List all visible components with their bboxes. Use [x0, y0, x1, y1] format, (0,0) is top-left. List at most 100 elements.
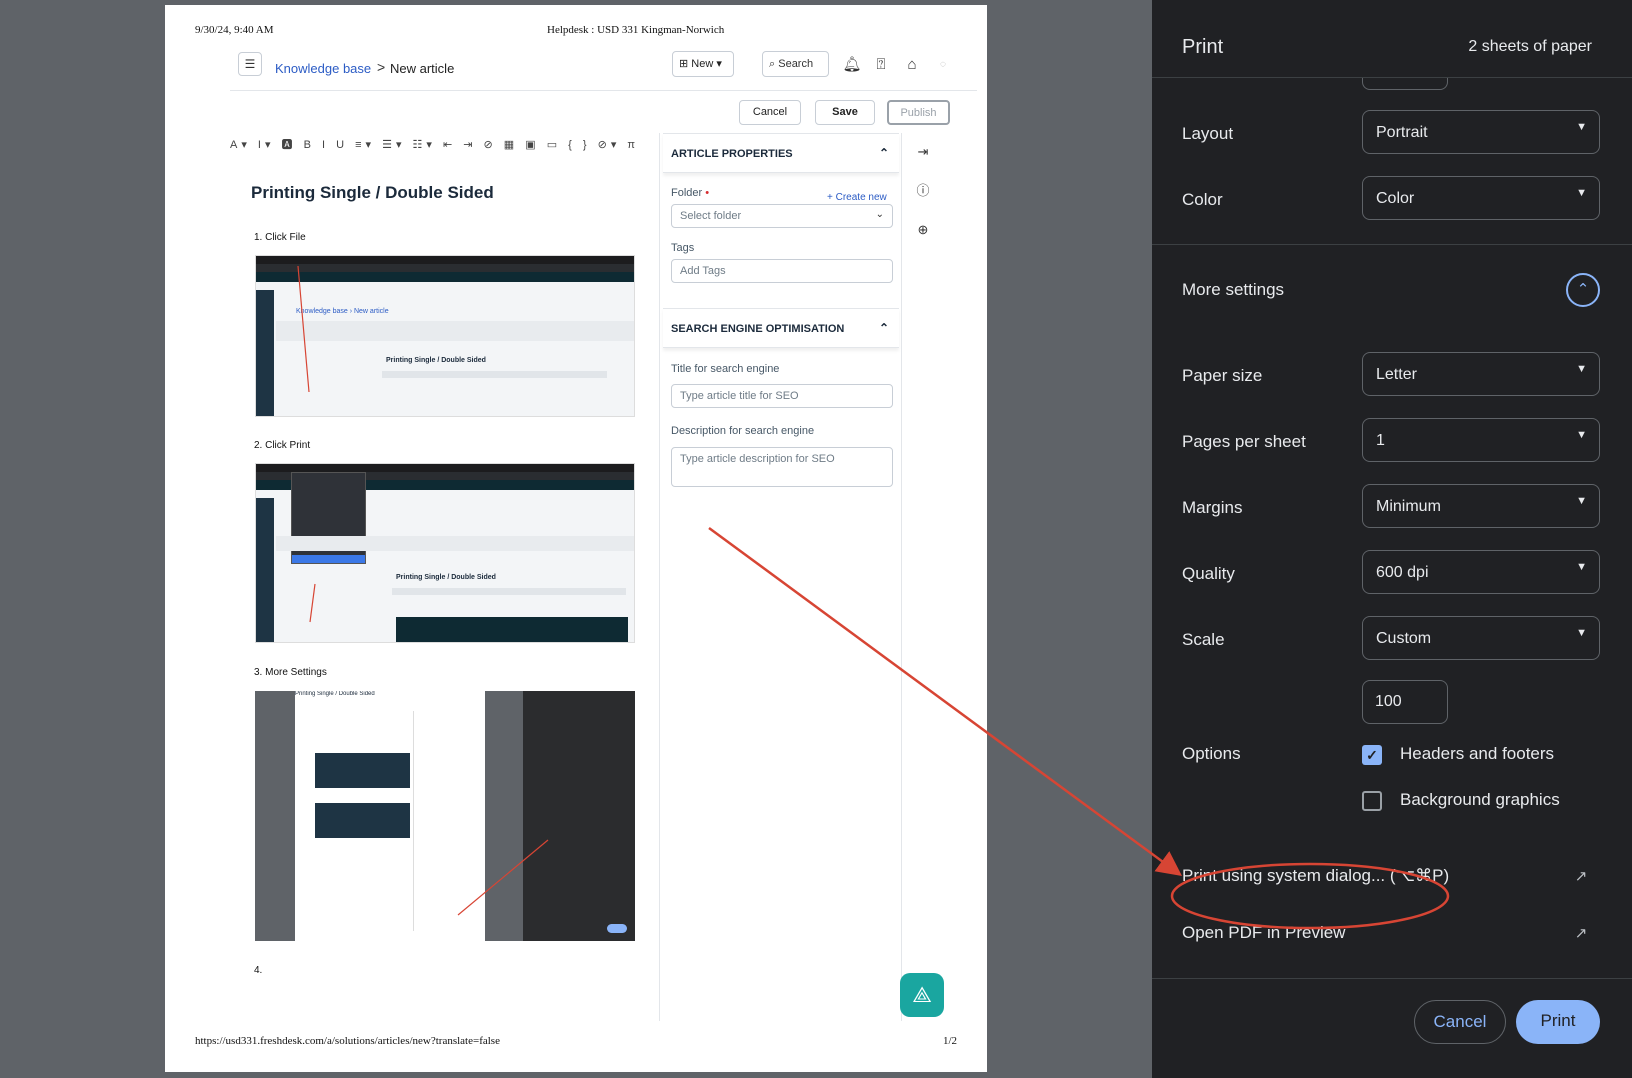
- margins-value: Minimum: [1376, 498, 1441, 515]
- quality-select[interactable]: 600 dpi ▼: [1362, 550, 1600, 594]
- breadcrumb-separator: >: [377, 59, 386, 75]
- caret-down-icon: ▼: [1576, 121, 1587, 133]
- color-value: Color: [1376, 190, 1415, 207]
- create-new-folder-link: + Create new: [827, 192, 887, 203]
- open-external-icon: ↗: [1574, 925, 1588, 942]
- print-panel-header: Print 2 sheets of paper: [1152, 0, 1632, 78]
- step-2: 2. Click Print: [254, 440, 311, 451]
- cancel-button[interactable]: Cancel: [1414, 1000, 1506, 1044]
- margins-label: Margins: [1182, 498, 1243, 517]
- pages-per-sheet-label: Pages per sheet: [1182, 432, 1306, 451]
- header-divider: [230, 90, 977, 91]
- page-footer-url: https://usd331.freshdesk.com/a/solutions…: [195, 1035, 500, 1047]
- scale-input[interactable]: 100: [1362, 680, 1448, 724]
- preview-page: 9/30/24, 9:40 AM Helpdesk : USD 331 King…: [165, 5, 987, 1072]
- seo-desc-label: Description for search engine: [671, 425, 815, 437]
- seo-title-label: Title for search engine: [671, 363, 780, 375]
- folder-label-text: Folder: [671, 187, 703, 199]
- step-3: 3. More Settings: [254, 667, 327, 678]
- color-select[interactable]: Color ▼: [1362, 176, 1600, 220]
- info-icon: ⓘ: [916, 183, 930, 198]
- scale-label: Scale: [1182, 630, 1225, 649]
- layout-value: Portrait: [1376, 124, 1428, 141]
- quality-value: 600 dpi: [1376, 564, 1429, 581]
- article-publish-button: Publish: [887, 100, 950, 125]
- print-title: Print: [1182, 36, 1224, 58]
- chevron-down-icon: ⌄: [875, 209, 884, 220]
- shot1-title: Printing Single / Double Sided: [386, 357, 486, 364]
- shot2-title: Printing Single / Double Sided: [396, 574, 496, 581]
- seo-header: SEARCH ENGINE OPTIMISATION ⌃: [663, 308, 899, 348]
- background-graphics-checkbox[interactable]: [1362, 791, 1382, 811]
- system-dialog-link[interactable]: Print using system dialog... (⌥⌘P): [1182, 866, 1449, 886]
- open-external-icon: ↗: [1574, 868, 1588, 885]
- collapse-panel-icon: ⇥: [917, 144, 929, 159]
- new-label: New: [691, 58, 714, 70]
- screenshot-click-print: Printing Single / Double Sided: [255, 463, 635, 643]
- folder-select-placeholder: Select folder: [680, 210, 742, 222]
- seo-title: SEARCH ENGINE OPTIMISATION: [671, 323, 845, 335]
- headers-footers-label: Headers and footers: [1400, 744, 1555, 763]
- editor-toolbar: A▾ I▾ 🅰 B I U ≡▾ ☰▾ ☷▾ ⇤ ⇥ ⊘ ▦ ▣ ▭ { } ⊘…: [230, 139, 639, 151]
- search-button: ⌕ Search: [762, 51, 829, 77]
- menu-toggle-icon: ☰: [238, 52, 262, 76]
- pages-per-sheet-value: 1: [1376, 432, 1385, 449]
- store-icon: ⌂: [907, 56, 917, 73]
- search-label: Search: [778, 58, 814, 70]
- globe-icon: ⊕: [917, 222, 929, 237]
- caret-down-icon: ▼: [1576, 187, 1587, 199]
- folder-label: Folder •: [671, 187, 709, 199]
- pages-per-sheet-select[interactable]: 1 ▼: [1362, 418, 1600, 462]
- layout-label: Layout: [1182, 124, 1234, 143]
- options-label: Options: [1182, 744, 1241, 763]
- background-graphics-label: Background graphics: [1400, 790, 1560, 809]
- chevron-up-icon: ⌃: [1576, 281, 1590, 298]
- paper-size-select[interactable]: Letter ▼: [1362, 352, 1600, 396]
- breadcrumb-current: New article: [390, 61, 455, 76]
- caret-down-icon: ▼: [1576, 561, 1587, 573]
- caret-down-icon: ▼: [1576, 495, 1587, 507]
- seo-desc-input: Type article description for SEO: [671, 447, 893, 487]
- new-button: ⊞ New ▾: [672, 51, 734, 77]
- article-properties-title: ARTICLE PROPERTIES: [671, 148, 793, 160]
- collapse-more-settings-button[interactable]: ⌃: [1566, 273, 1600, 307]
- scale-select[interactable]: Custom ▼: [1362, 616, 1600, 660]
- open-pdf-preview-link[interactable]: Open PDF in Preview: [1182, 923, 1345, 943]
- color-label: Color: [1182, 190, 1223, 209]
- seo-title-input: Type article title for SEO: [671, 384, 893, 408]
- step-1: 1. Click File: [254, 232, 306, 243]
- page-header-title: Helpdesk : USD 331 Kingman-Norwich: [547, 24, 725, 36]
- breadcrumb-knowledge-base: Knowledge base: [275, 61, 372, 76]
- article-title: Printing Single / Double Sided: [251, 183, 494, 202]
- step-4: 4.: [254, 965, 263, 976]
- print-preview-area: 9/30/24, 9:40 AM Helpdesk : USD 331 King…: [0, 0, 1152, 1078]
- chevron-up-icon: ⌃: [878, 321, 889, 335]
- caret-down-icon: ▼: [1576, 627, 1587, 639]
- required-mark: •: [705, 187, 710, 199]
- paper-size-value: Letter: [1376, 366, 1417, 383]
- help-icon: ⍰: [876, 56, 886, 73]
- print-button[interactable]: Print: [1516, 1000, 1600, 1044]
- avatar-icon: ◌: [940, 59, 946, 70]
- bell-icon: 🔔︎: [842, 56, 862, 73]
- settings-divider: [1152, 244, 1632, 245]
- screenshot-more-settings: Printing Single / Double Sided: [255, 691, 635, 941]
- page-header-date: 9/30/24, 9:40 AM: [195, 24, 274, 36]
- scale-value: Custom: [1376, 630, 1432, 647]
- more-settings-label: More settings: [1182, 280, 1285, 299]
- quality-label: Quality: [1182, 564, 1235, 583]
- screenshot-click-file: Knowledge base › New article Printing Si…: [255, 255, 635, 417]
- shot3-title: Printing Single / Double Sided: [295, 691, 375, 697]
- margins-select[interactable]: Minimum ▼: [1362, 484, 1600, 528]
- chevron-up-icon: ⌃: [878, 146, 889, 160]
- layout-select[interactable]: Portrait ▼: [1362, 110, 1600, 154]
- folder-select: Select folder ⌄: [671, 204, 893, 228]
- sheet-count: 2 sheets of paper: [1468, 38, 1592, 55]
- caret-down-icon: ▼: [1576, 363, 1587, 375]
- properties-divider: [659, 133, 660, 1021]
- tags-label: Tags: [671, 242, 695, 254]
- tags-input: Add Tags: [671, 259, 893, 283]
- headers-footers-checkbox[interactable]: ✓: [1362, 745, 1382, 765]
- search-icon: ⌕: [769, 58, 776, 70]
- page-footer-number: 1/2: [942, 1035, 957, 1047]
